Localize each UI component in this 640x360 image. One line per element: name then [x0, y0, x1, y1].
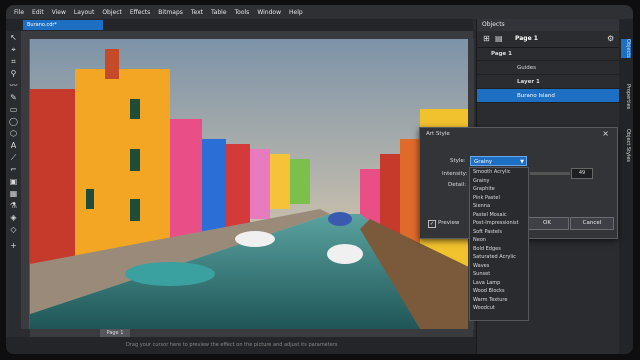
- intensity-input[interactable]: 49: [571, 168, 593, 179]
- freehand-tool-icon[interactable]: 〰: [9, 81, 18, 90]
- transparency-tool-icon[interactable]: ▦: [9, 189, 18, 198]
- object-row-guides[interactable]: Guides: [477, 61, 620, 75]
- menu-tools[interactable]: Tools: [235, 9, 250, 16]
- tab-objects[interactable]: Objects: [621, 39, 631, 58]
- toolbox: ↖ ⌖ ⌗ ⚲ 〰 ✎ ▭ ◯ ⬡ A ⟋ ⌐ ▣ ▦ ⚗ ◈ ◇ +: [6, 31, 21, 354]
- text-tool-icon[interactable]: A: [9, 141, 18, 150]
- object-row-burano[interactable]: Burano Island: [477, 89, 620, 103]
- style-option[interactable]: Woodcut: [470, 304, 528, 313]
- style-option[interactable]: Neon: [470, 236, 528, 245]
- vertical-ruler: [21, 39, 30, 329]
- menu-object[interactable]: Object: [102, 9, 122, 16]
- horizontal-scrollbar[interactable]: Page 1: [30, 329, 473, 337]
- dimension-tool-icon[interactable]: ⟋: [9, 153, 18, 162]
- style-option[interactable]: Waves: [470, 262, 528, 271]
- menu-file[interactable]: File: [14, 9, 24, 16]
- style-option[interactable]: Sunset: [470, 270, 528, 279]
- style-option[interactable]: Sienna: [470, 202, 528, 211]
- eyedropper-tool-icon[interactable]: ⚗: [9, 201, 18, 210]
- detail-label: Detail:: [448, 182, 467, 188]
- style-label: Style:: [450, 158, 466, 164]
- style-option[interactable]: Graphite: [470, 185, 528, 194]
- object-row-label: Burano Island: [517, 93, 555, 99]
- panel-toolbar: ⊞ ▤ Page 1 ⚙: [477, 31, 620, 48]
- dialog-title: Art Style: [426, 131, 450, 137]
- style-option[interactable]: Bold Edges: [470, 245, 528, 254]
- preview-checkbox[interactable]: ✓: [428, 220, 436, 228]
- style-option[interactable]: Smooth Acrylic: [470, 168, 528, 177]
- shape-tool-icon[interactable]: ⌖: [9, 45, 18, 54]
- status-bar: Drag your cursor here to preview the eff…: [6, 337, 476, 354]
- page-tab[interactable]: Page 1: [100, 329, 130, 337]
- style-option[interactable]: Post-Impressionist: [470, 219, 528, 228]
- layers-icon[interactable]: ⊞: [483, 34, 490, 43]
- crop-tool-icon[interactable]: ⌗: [9, 57, 18, 66]
- menu-bar: File Edit View Layout Object Effects Bit…: [6, 5, 633, 19]
- object-row-page[interactable]: Page 1: [477, 47, 620, 61]
- menu-edit[interactable]: Edit: [32, 9, 44, 16]
- zoom-tool-icon[interactable]: ⚲: [9, 69, 18, 78]
- object-row-label: Page 1: [491, 51, 513, 57]
- style-option[interactable]: Lava Lamp: [470, 279, 528, 288]
- outline-tool-icon[interactable]: ◇: [9, 225, 18, 234]
- tab-object-styles[interactable]: Object Styles: [621, 129, 631, 162]
- cancel-button[interactable]: Cancel: [570, 217, 614, 230]
- ellipse-tool-icon[interactable]: ◯: [9, 117, 18, 126]
- style-dropdown-value: Grainy: [474, 159, 493, 165]
- menu-layout[interactable]: Layout: [74, 9, 94, 16]
- object-row-label: Layer 1: [517, 79, 540, 85]
- style-option[interactable]: Pastel Mosaic: [470, 211, 528, 220]
- artistic-media-icon[interactable]: ✎: [9, 93, 18, 102]
- style-option[interactable]: Wood Blocks: [470, 287, 528, 296]
- panel-title: Objects: [477, 19, 620, 31]
- object-row-layer[interactable]: Layer 1: [477, 75, 620, 89]
- pages-icon[interactable]: ▤: [495, 34, 503, 43]
- pick-tool-icon[interactable]: ↖: [9, 33, 18, 42]
- status-text: Drag your cursor here to preview the eff…: [126, 342, 338, 348]
- preview-label: Preview: [438, 220, 460, 226]
- rectangle-tool-icon[interactable]: ▭: [9, 105, 18, 114]
- menu-effects[interactable]: Effects: [130, 9, 150, 16]
- style-options-list: Smooth Acrylic Grainy Graphite Pink Past…: [469, 167, 529, 321]
- shadow-tool-icon[interactable]: ▣: [9, 177, 18, 186]
- burano-photo: [30, 39, 473, 329]
- chevron-down-icon: ▼: [520, 159, 524, 165]
- menu-view[interactable]: View: [52, 9, 66, 16]
- style-option[interactable]: Grainy: [470, 177, 528, 186]
- intensity-slider[interactable]: [530, 172, 570, 175]
- ok-button[interactable]: OK: [525, 217, 569, 230]
- menu-window[interactable]: Window: [257, 9, 281, 16]
- style-option[interactable]: Soft Pastels: [470, 228, 528, 237]
- menu-table[interactable]: Table: [211, 9, 227, 16]
- fill-tool-icon[interactable]: ◈: [9, 213, 18, 222]
- document-tab[interactable]: Burano.cdr*: [23, 20, 103, 30]
- close-icon[interactable]: ×: [602, 129, 609, 138]
- menu-bitmaps[interactable]: Bitmaps: [158, 9, 183, 16]
- connector-tool-icon[interactable]: ⌐: [9, 165, 18, 174]
- object-row-label: Guides: [517, 65, 537, 71]
- style-option[interactable]: Saturated Acrylic: [470, 253, 528, 262]
- intensity-label: Intensity:: [442, 171, 468, 177]
- menu-help[interactable]: Help: [289, 9, 303, 16]
- tab-properties[interactable]: Properties: [621, 84, 631, 109]
- menu-text[interactable]: Text: [191, 9, 203, 16]
- add-tool-icon[interactable]: +: [9, 241, 18, 250]
- style-option[interactable]: Warm Texture: [470, 296, 528, 305]
- document-tab-bar: Burano.cdr*: [6, 19, 473, 31]
- gear-icon[interactable]: ⚙: [607, 34, 614, 43]
- polygon-tool-icon[interactable]: ⬡: [9, 129, 18, 138]
- style-option[interactable]: Pink Pastel: [470, 194, 528, 203]
- docker-tabs: Objects Properties Object Styles: [619, 19, 633, 354]
- app-window: File Edit View Layout Object Effects Bit…: [6, 5, 633, 354]
- document-canvas[interactable]: [30, 39, 473, 329]
- current-page-label: Page 1: [515, 35, 538, 42]
- style-dropdown[interactable]: Grainy ▼: [470, 156, 527, 166]
